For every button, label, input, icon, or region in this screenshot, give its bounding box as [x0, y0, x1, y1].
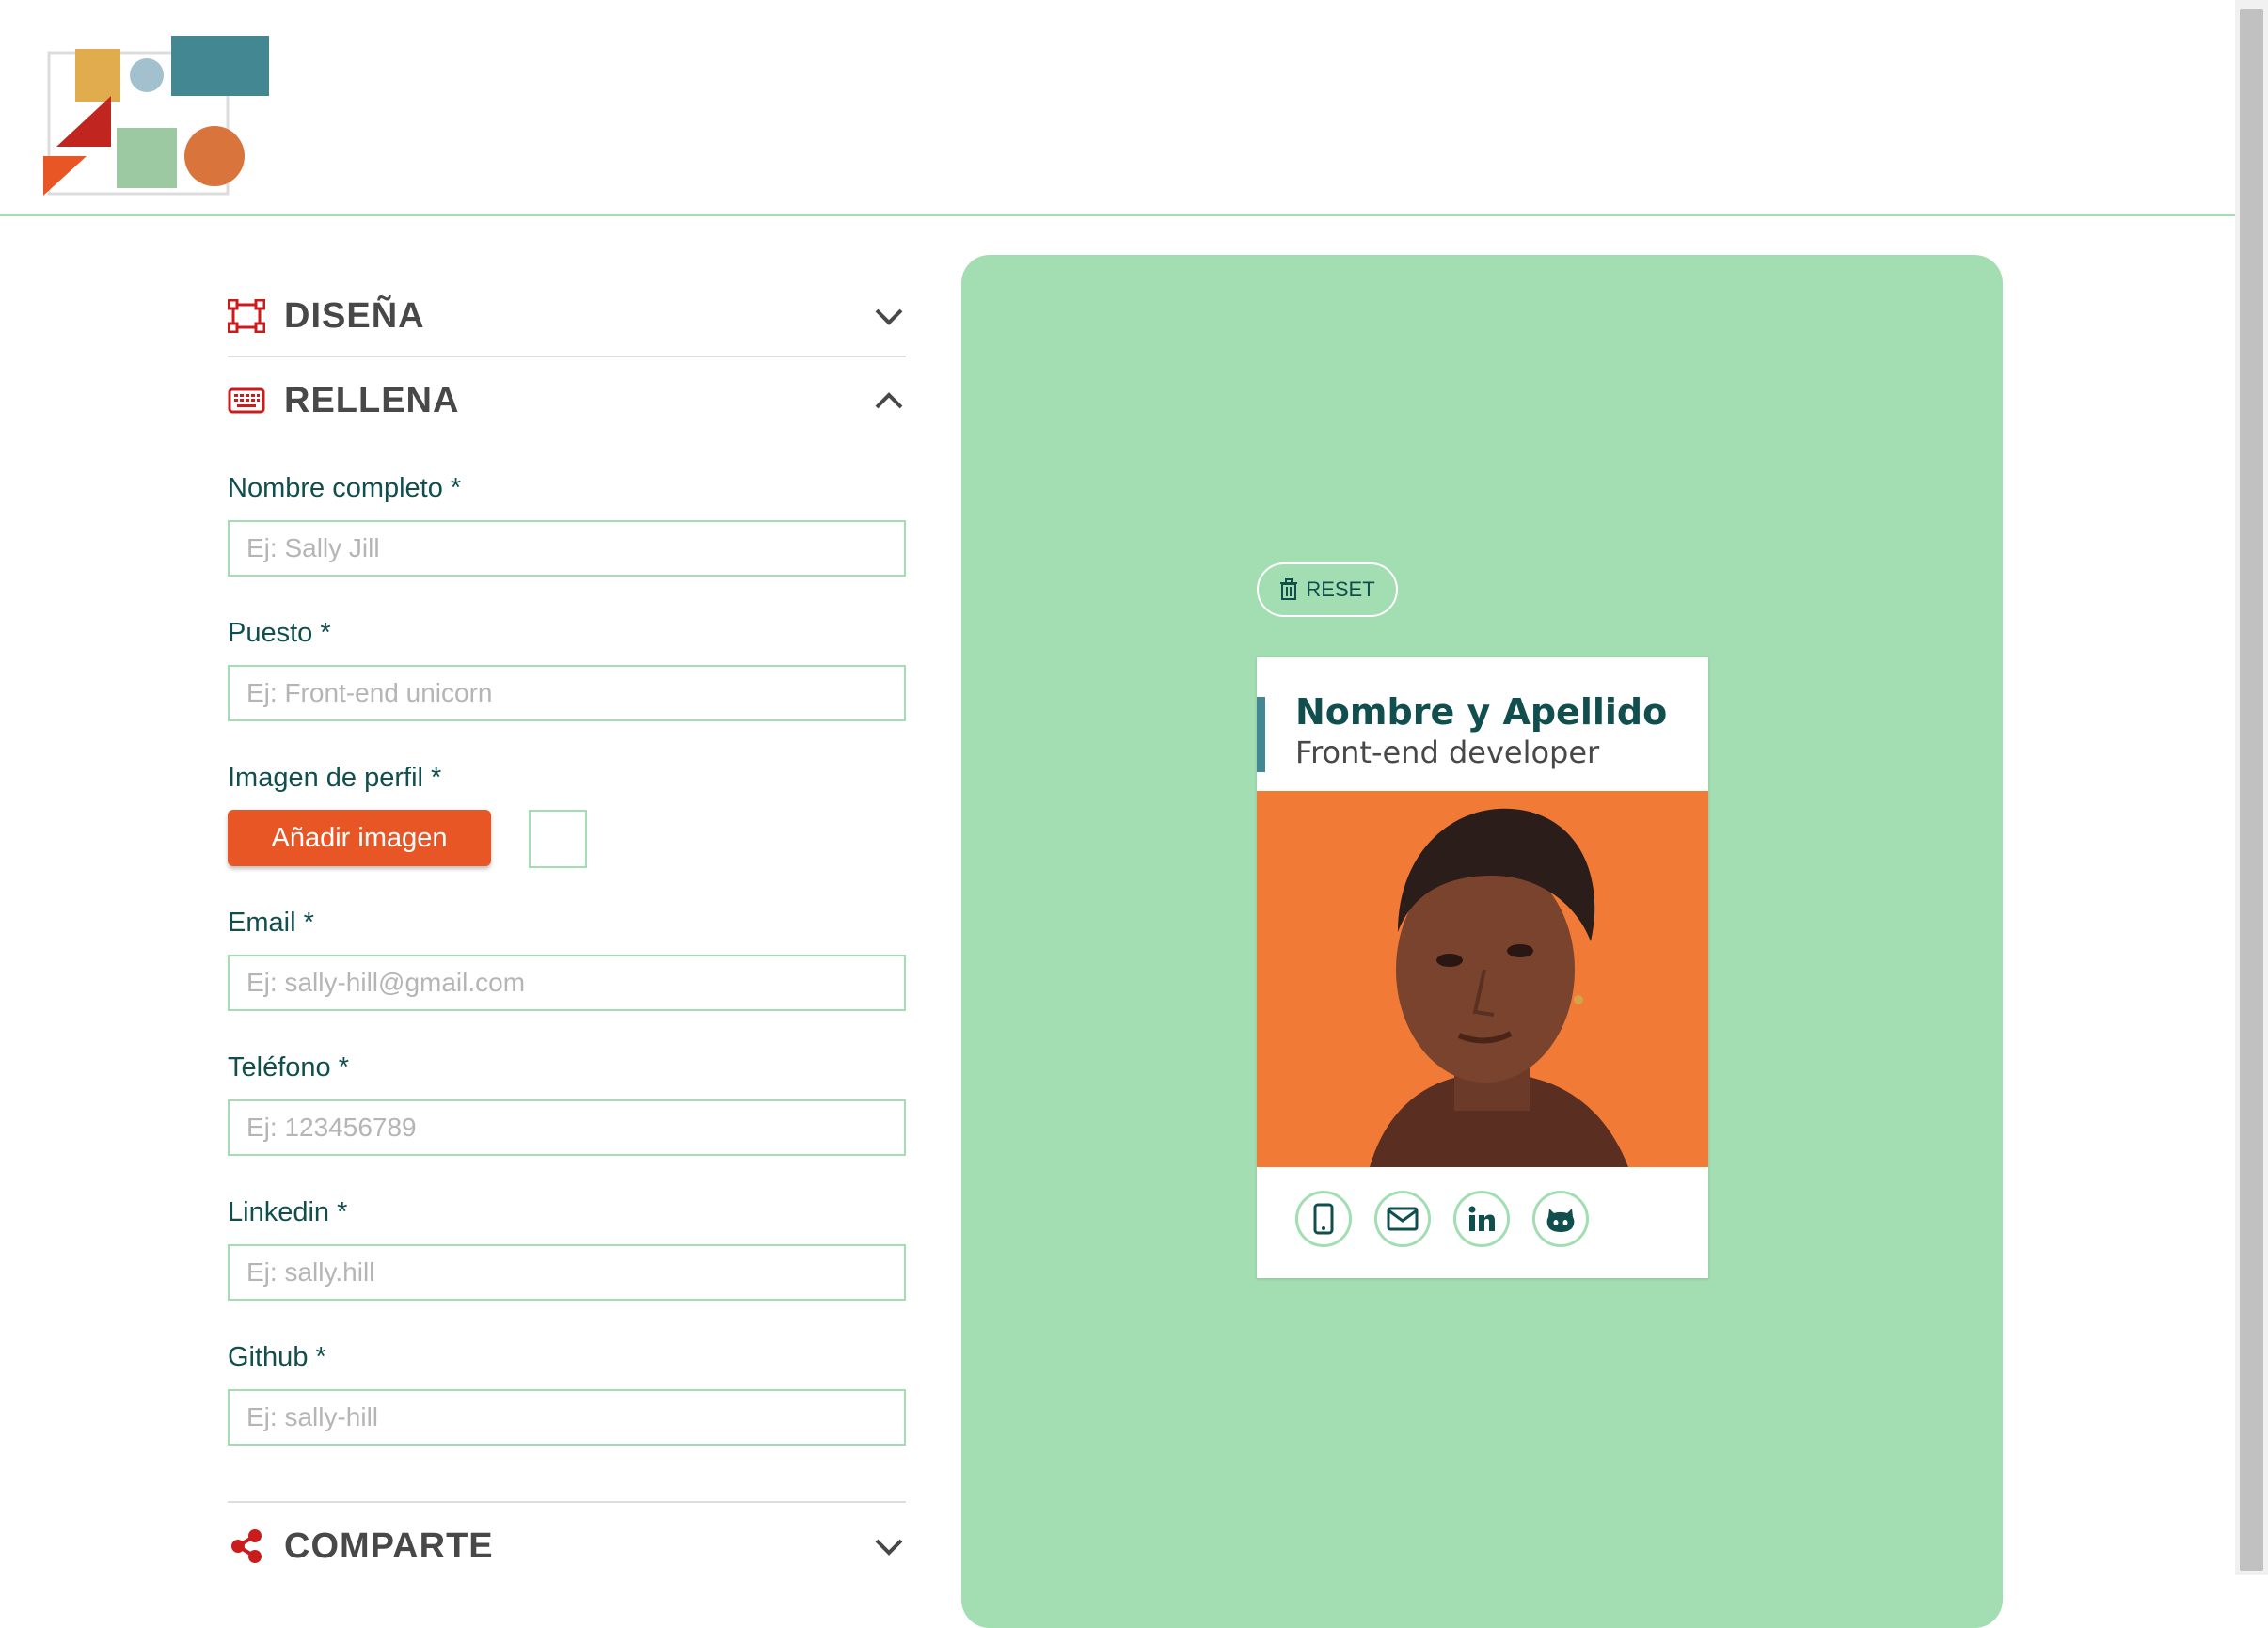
chevron-down-icon[interactable] — [872, 1529, 906, 1563]
reset-button[interactable]: RESET — [1257, 562, 1398, 617]
section-fill-header[interactable]: RELLENA — [228, 363, 906, 438]
chevron-up-icon[interactable] — [872, 384, 906, 418]
profile-image-thumbnail — [529, 810, 587, 868]
chevron-down-icon[interactable] — [872, 299, 906, 333]
scrollbar-thumb[interactable] — [2240, 9, 2263, 1571]
linkedin-label: Linkedin * — [228, 1197, 348, 1227]
share-icon — [228, 1527, 265, 1565]
section-design-title: DISEÑA — [284, 295, 425, 336]
mobile-phone-icon[interactable] — [1295, 1191, 1352, 1247]
card-accent-bar — [1257, 697, 1265, 772]
email-input[interactable] — [228, 955, 906, 1011]
name-input[interactable] — [228, 520, 906, 577]
job-label: Puesto * — [228, 618, 331, 648]
trash-icon — [1280, 578, 1298, 600]
card-job-title: Front-end developer — [1295, 735, 1600, 770]
section-fill-title: RELLENA — [284, 380, 460, 420]
github-label: Github * — [228, 1342, 326, 1372]
section-share-title: COMPARTE — [284, 1525, 494, 1566]
header — [0, 0, 2235, 216]
github-input[interactable] — [228, 1389, 906, 1446]
job-input[interactable] — [228, 665, 906, 721]
add-image-button[interactable]: Añadir imagen — [228, 810, 491, 866]
phone-input[interactable] — [228, 1099, 906, 1156]
app-logo[interactable] — [41, 34, 277, 203]
section-share-header[interactable]: COMPARTE — [228, 1509, 906, 1584]
linkedin-icon[interactable] — [1453, 1191, 1510, 1247]
github-icon[interactable] — [1532, 1191, 1589, 1247]
image-label: Imagen de perfil * — [228, 763, 442, 793]
section-divider — [228, 356, 906, 357]
section-design-header[interactable]: DISEÑA — [228, 278, 906, 354]
email-label: Email * — [228, 908, 314, 938]
reset-label: RESET — [1306, 577, 1375, 601]
card-profile-photo — [1257, 791, 1708, 1167]
linkedin-input[interactable] — [228, 1244, 906, 1301]
keyboard-icon — [228, 382, 265, 419]
design-frame-icon — [228, 297, 265, 335]
section-divider — [228, 1501, 906, 1503]
card-name: Nombre y Apellido — [1295, 691, 1668, 733]
name-label: Nombre completo * — [228, 473, 462, 503]
phone-label: Teléfono * — [228, 1052, 349, 1083]
envelope-icon[interactable] — [1374, 1191, 1431, 1247]
